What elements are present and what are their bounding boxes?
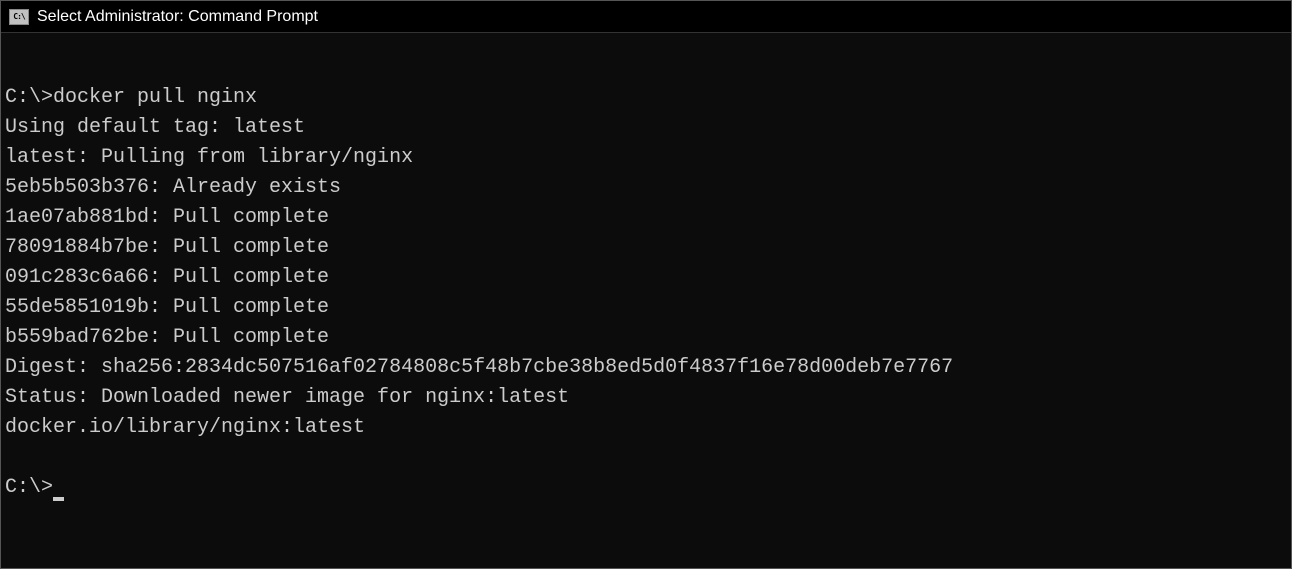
output-line: Using default tag: latest [5, 113, 1287, 143]
prompt: C:\> [5, 476, 53, 499]
output-line: Digest: sha256:2834dc507516af02784808c5f… [5, 353, 1287, 383]
cmd-icon: C:\ [9, 9, 29, 25]
output-line: 78091884b7be: Pull complete [5, 233, 1287, 263]
output-line: latest: Pulling from library/nginx [5, 143, 1287, 173]
cursor [53, 497, 64, 501]
output-line: docker.io/library/nginx:latest [5, 413, 1287, 443]
output-line: 1ae07ab881bd: Pull complete [5, 203, 1287, 233]
terminal-output[interactable]: C:\>docker pull nginxUsing default tag: … [1, 33, 1291, 537]
output-line: 55de5851019b: Pull complete [5, 293, 1287, 323]
command-text: docker pull nginx [53, 86, 257, 109]
output-line: 091c283c6a66: Pull complete [5, 263, 1287, 293]
window-titlebar[interactable]: C:\ Select Administrator: Command Prompt [1, 1, 1291, 33]
window-title: Select Administrator: Command Prompt [37, 8, 318, 26]
output-line: Status: Downloaded newer image for nginx… [5, 383, 1287, 413]
output-line: b559bad762be: Pull complete [5, 323, 1287, 353]
prompt-line: C:\> [5, 473, 1287, 503]
output-line: 5eb5b503b376: Already exists [5, 173, 1287, 203]
prompt: C:\> [5, 86, 53, 109]
command-line: C:\>docker pull nginx [5, 83, 1287, 113]
